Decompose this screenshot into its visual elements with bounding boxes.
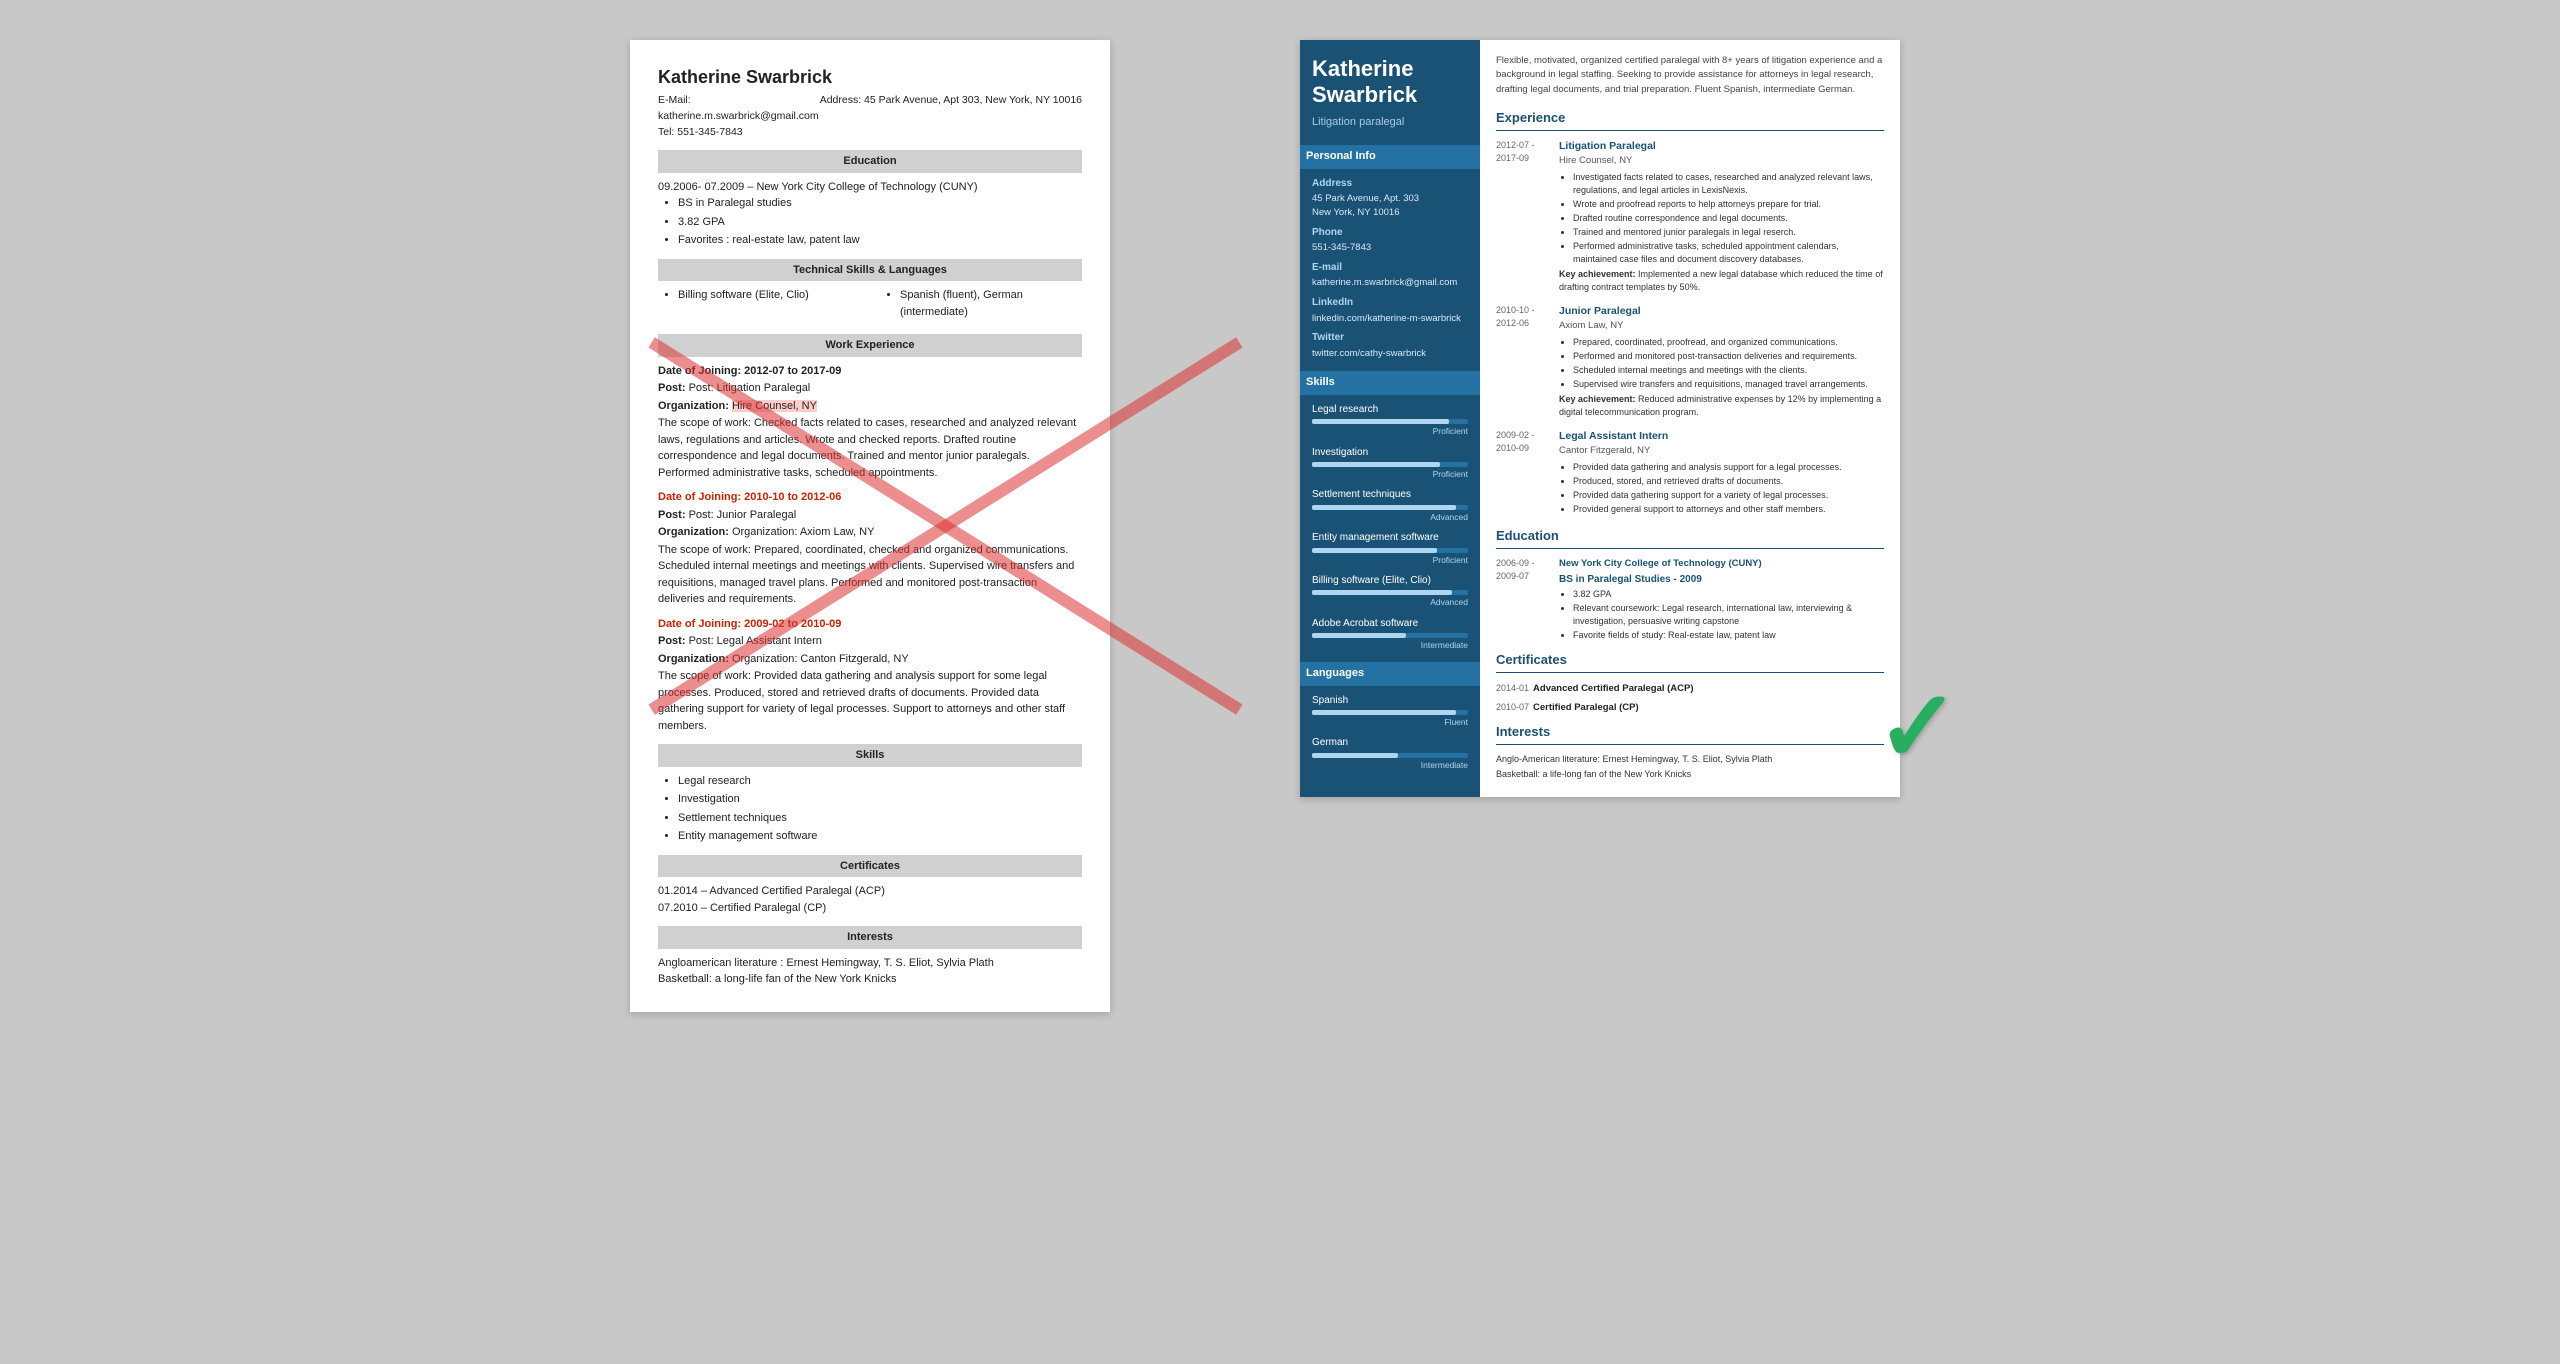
skill-item: Entity management software Proficient xyxy=(1312,531,1468,566)
skill-item: Settlement techniques Advanced xyxy=(1312,488,1468,523)
left-technical-col2: Spanish (fluent), German (intermediate) xyxy=(880,287,1082,324)
interest-entry: Basketball: a life-long fan of the New Y… xyxy=(1496,768,1884,781)
left-address: Address: 45 Park Avenue, Apt 303, New Yo… xyxy=(820,93,1082,140)
left-skills-list: Legal research Investigation Settlement … xyxy=(678,773,1082,845)
skill-item: Investigation Proficient xyxy=(1312,446,1468,481)
left-work-entry-1: Date of Joining: 2012-07 to 2017-09 Post… xyxy=(658,363,1082,482)
green-checkmark: ✓ xyxy=(1876,677,1960,777)
left-education-bullets: BS in Paralegal studies 3.82 GPA Favorit… xyxy=(678,195,1082,249)
left-cert-2: 07.2010 – Certified Paralegal (CP) xyxy=(658,900,1082,917)
skills-section-title: Skills xyxy=(1300,371,1480,395)
left-technical-cols: Billing software (Elite, Clio) Spanish (… xyxy=(658,287,1082,324)
education-entries: 2006-09 - 2009-07 New York City College … xyxy=(1496,557,1884,642)
right-summary: Flexible, motivated, organized certified… xyxy=(1496,54,1884,97)
experience-section-title: Experience xyxy=(1496,109,1884,131)
address-label: Address xyxy=(1312,177,1468,192)
interest-entries: Anglo-American literature: Ernest Heming… xyxy=(1496,753,1884,781)
resume-comparison: Katherine Swarbrick E-Mail: katherine.m.… xyxy=(630,40,1930,1012)
linkedin-label: LinkedIn xyxy=(1312,296,1468,311)
left-work-entry-2: Date of Joining: 2010-10 to 2012-06 Post… xyxy=(658,489,1082,608)
skill-item: Adobe Acrobat software Intermediate xyxy=(1312,617,1468,652)
interest-entry: Anglo-American literature: Ernest Heming… xyxy=(1496,753,1884,766)
bad-resume-wrapper: Katherine Swarbrick E-Mail: katherine.m.… xyxy=(630,40,1260,1012)
skill-item: Legal research Proficient xyxy=(1312,403,1468,438)
left-edu-bullet-3: Favorites : real-estate law, patent law xyxy=(678,232,1082,249)
experience-entry: 2010-10 - 2012-06 Junior Paralegal Axiom… xyxy=(1496,304,1884,419)
phone-value: 551-345-7843 xyxy=(1312,241,1468,255)
languages-section-title: Languages xyxy=(1300,662,1480,686)
experience-entries: 2012-07 - 2017-09 Litigation Paralegal H… xyxy=(1496,139,1884,518)
left-technical-header: Technical Skills & Languages xyxy=(658,259,1082,282)
language-item: Spanish Fluent xyxy=(1312,694,1468,729)
email-value: katherine.m.swarbrick@gmail.com xyxy=(1312,276,1468,290)
personal-info-title: Personal Info xyxy=(1300,145,1480,169)
left-certs-header: Certificates xyxy=(658,855,1082,878)
left-work-entry-3: Date of Joining: 2009-02 to 2010-09 Post… xyxy=(658,616,1082,735)
good-resume-main: Flexible, motivated, organized certified… xyxy=(1480,40,1900,797)
left-cert-1: 01.2014 – Advanced Certified Paralegal (… xyxy=(658,883,1082,900)
left-interests-header: Interests xyxy=(658,926,1082,949)
left-interest-1: Angloamerican literature : Ernest Heming… xyxy=(658,955,1082,972)
left-contact-row: E-Mail: katherine.m.swarbrick@gmail.com … xyxy=(658,93,1082,140)
left-work-header: Work Experience xyxy=(658,334,1082,357)
left-education-header: Education xyxy=(658,150,1082,173)
left-interest-2: Basketball: a long-life fan of the New Y… xyxy=(658,971,1082,988)
education-section-title: Education xyxy=(1496,527,1884,549)
phone-label: Phone xyxy=(1312,226,1468,241)
skills-list: Legal research Proficient Investigation … xyxy=(1312,403,1468,652)
left-name: Katherine Swarbrick xyxy=(658,64,1082,91)
good-resume-sidebar: Katherine Swarbrick Litigation paralegal… xyxy=(1300,40,1480,797)
left-edu-bullet-1: BS in Paralegal studies xyxy=(678,195,1082,212)
right-job-title: Litigation paralegal xyxy=(1312,115,1468,131)
experience-entry: 2012-07 - 2017-09 Litigation Paralegal H… xyxy=(1496,139,1884,294)
linkedin-value: linkedin.com/katherine-m-swarbrick xyxy=(1312,312,1468,326)
interests-section-title: Interests xyxy=(1496,723,1884,745)
languages-list: Spanish Fluent German Intermediate xyxy=(1312,694,1468,772)
experience-entry: 2009-02 - 2010-09 Legal Assistant Intern… xyxy=(1496,429,1884,517)
good-resume-wrapper: Katherine Swarbrick Litigation paralegal… xyxy=(1300,40,1930,797)
address-value: 45 Park Avenue, Apt. 303New York, NY 100… xyxy=(1312,192,1468,220)
left-edu-bullet-2: 3.82 GPA xyxy=(678,214,1082,231)
certificate-entry: 2014-01Advanced Certified Paralegal (ACP… xyxy=(1496,681,1884,696)
left-tel: Tel: 551-345-7843 xyxy=(658,125,820,141)
left-education-entry: 09.2006- 07.2009 – New York City College… xyxy=(658,179,1082,196)
twitter-value: twitter.com/cathy-swarbrick xyxy=(1312,347,1468,361)
twitter-label: Twitter xyxy=(1312,331,1468,346)
certificate-entry: 2010-07Certified Paralegal (CP) xyxy=(1496,700,1884,715)
language-item: German Intermediate xyxy=(1312,736,1468,771)
skill-item: Billing software (Elite, Clio) Advanced xyxy=(1312,574,1468,609)
left-skills-header: Skills xyxy=(658,744,1082,767)
certificates-section-title: Certificates xyxy=(1496,651,1884,673)
left-email: E-Mail: katherine.m.swarbrick@gmail.com xyxy=(658,93,820,125)
good-resume: Katherine Swarbrick Litigation paralegal… xyxy=(1300,40,1900,797)
certificate-entries: 2014-01Advanced Certified Paralegal (ACP… xyxy=(1496,681,1884,715)
left-technical-col1: Billing software (Elite, Clio) xyxy=(658,287,860,324)
bad-resume: Katherine Swarbrick E-Mail: katherine.m.… xyxy=(630,40,1110,1012)
education-entry: 2006-09 - 2009-07 New York City College … xyxy=(1496,557,1884,642)
email-label: E-mail xyxy=(1312,261,1468,276)
right-name: Katherine Swarbrick xyxy=(1312,56,1468,109)
